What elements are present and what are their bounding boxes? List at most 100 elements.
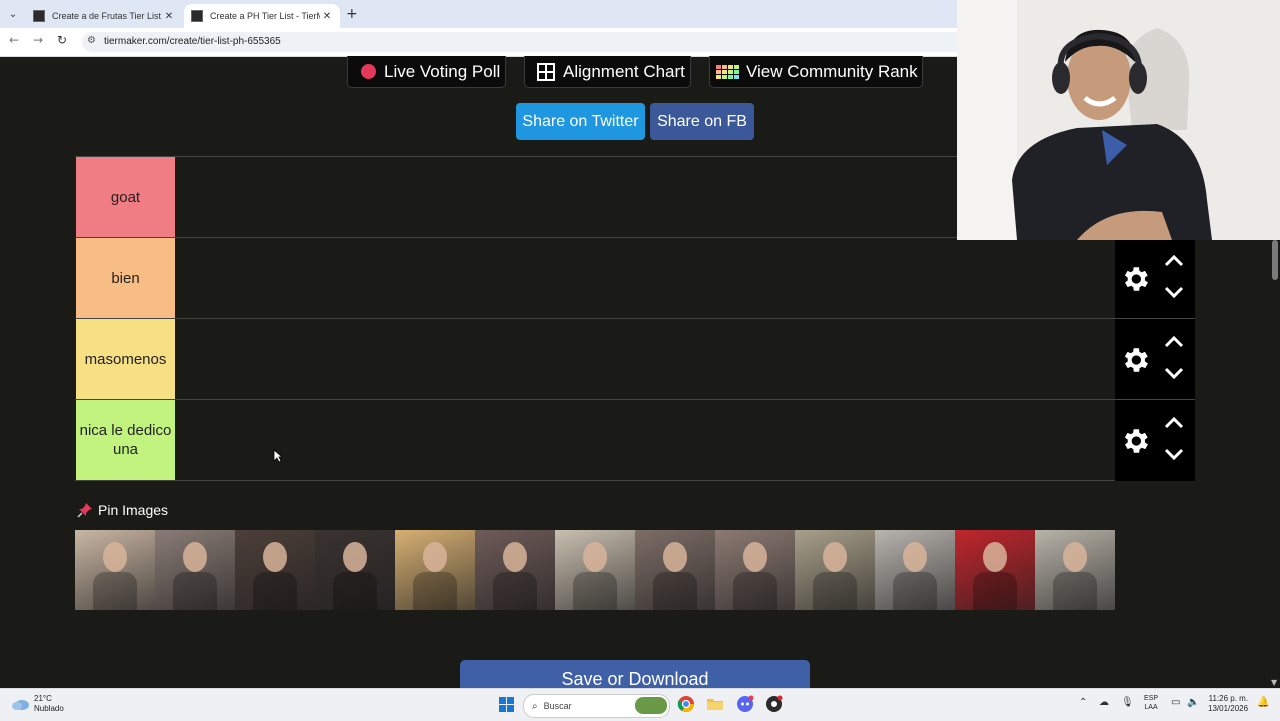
chevron-down-icon[interactable] (1163, 447, 1185, 461)
pool-image[interactable] (555, 530, 635, 610)
pool-image-subject (903, 542, 927, 572)
pool-image-subject (743, 542, 767, 572)
pool-image[interactable] (475, 530, 555, 610)
tier-row: masomenos (75, 318, 1195, 400)
pool-image-body (413, 572, 457, 610)
pool-image[interactable] (955, 530, 1035, 610)
tier-controls (1115, 319, 1195, 400)
windows-start-icon[interactable] (499, 697, 514, 712)
share-fb-button[interactable]: Share on FB (650, 103, 754, 140)
pool-image[interactable] (155, 530, 235, 610)
pool-image-subject (423, 542, 447, 572)
gear-icon[interactable] (1119, 425, 1151, 457)
chevron-up-icon[interactable] (1163, 416, 1185, 430)
pool-image-body (253, 572, 297, 610)
discord-icon[interactable] (736, 695, 754, 713)
temperature-text: 21°C (34, 694, 52, 703)
tier-drop-zone[interactable] (176, 319, 1115, 399)
chevron-down-icon[interactable] (1163, 285, 1185, 299)
obs-recording-icon[interactable] (765, 695, 783, 713)
view-community-rank-button[interactable]: View Community Rank (709, 56, 923, 88)
tab-ph[interactable]: Create a PH Tier List - TierMake ✕ (184, 4, 340, 28)
close-icon[interactable]: ✕ (320, 11, 334, 22)
poll-dot-icon (361, 64, 376, 79)
chevron-up-icon[interactable] (1163, 335, 1185, 349)
pool-image-body (973, 572, 1017, 610)
tier-label[interactable]: bien (76, 238, 175, 318)
gear-icon[interactable] (1119, 344, 1151, 376)
chrome-icon[interactable] (677, 695, 695, 713)
tiermaker-favicon-icon (33, 10, 45, 22)
microphone-icon[interactable]: 🎙 (1121, 697, 1134, 708)
pool-image[interactable] (635, 530, 715, 610)
image-pool (75, 530, 1115, 610)
tab-frutas[interactable]: Create a de Frutas Tier List - Tie ✕ (26, 4, 182, 28)
pool-image[interactable] (1035, 530, 1115, 610)
new-tab-icon[interactable]: + (346, 6, 358, 22)
forward-icon[interactable]: → (33, 33, 43, 47)
tier-controls (1115, 400, 1195, 481)
tab-title: Create a de Frutas Tier List - Tie (52, 11, 162, 21)
pool-image-body (333, 572, 377, 610)
scroll-down-arrow-icon[interactable]: ▼ (1271, 678, 1277, 687)
page-scrollbar[interactable] (1270, 240, 1280, 688)
pool-image[interactable] (235, 530, 315, 610)
pool-image-subject (343, 542, 367, 572)
pool-image[interactable] (75, 530, 155, 610)
pool-image-subject (823, 542, 847, 572)
system-clock[interactable]: 11:26 p. m. 13/01/2026 (1208, 694, 1248, 714)
keyboard-layout: LAA (1144, 704, 1158, 711)
site-info-icon[interactable]: ⚙ (87, 35, 96, 46)
live-voting-poll-button[interactable]: Live Voting Poll (347, 56, 506, 88)
pushpin-icon (77, 503, 92, 518)
pin-images-toggle[interactable]: Pin Images (77, 500, 168, 520)
clock-date: 13/01/2026 (1208, 704, 1249, 713)
pool-image[interactable] (875, 530, 955, 610)
network-icon[interactable]: ☁ (1099, 697, 1109, 708)
webcam-overlay (957, 0, 1280, 240)
gear-icon[interactable] (1119, 263, 1151, 295)
weather-widget[interactable]: 21°C Nublado (10, 694, 64, 714)
chevron-up-icon[interactable]: ⌃ (1079, 697, 1087, 708)
tier-controls (1115, 238, 1195, 319)
share-twitter-button[interactable]: Share on Twitter (516, 103, 645, 140)
volume-icon[interactable]: 🔈 (1187, 697, 1199, 708)
tier-drop-zone[interactable] (176, 400, 1115, 480)
pool-image[interactable] (315, 530, 395, 610)
taskbar-search[interactable]: ⌕ Buscar (523, 694, 670, 718)
tier-label[interactable]: goat (76, 157, 175, 237)
pool-image[interactable] (715, 530, 795, 610)
close-icon[interactable]: ✕ (162, 11, 176, 22)
pool-image[interactable] (395, 530, 475, 610)
tier-label[interactable]: nica le dedico una (76, 400, 175, 480)
pool-image-subject (503, 542, 527, 572)
tier-label[interactable]: masomenos (76, 319, 175, 399)
pool-image-subject (663, 542, 687, 572)
pool-image-body (93, 572, 137, 610)
search-highlight-image (635, 697, 667, 714)
file-explorer-icon[interactable] (706, 695, 724, 713)
chevron-up-icon[interactable] (1163, 254, 1185, 268)
language-code: ESP (1144, 695, 1159, 702)
scrollbar-thumb[interactable] (1272, 240, 1278, 280)
pool-image-body (493, 572, 537, 610)
pool-image-body (893, 572, 937, 610)
tier-row: bien (75, 237, 1195, 319)
pool-image[interactable] (795, 530, 875, 610)
wifi-icon[interactable]: ▭ (1171, 697, 1180, 708)
language-indicator[interactable]: ESP LAA (1144, 694, 1158, 712)
chevron-down-icon[interactable] (1163, 366, 1185, 380)
tier-colors-icon (716, 64, 739, 79)
reload-icon[interactable]: ↻ (57, 33, 67, 47)
pool-image-subject (983, 542, 1007, 572)
alignment-chart-button[interactable]: Alignment Chart (524, 56, 691, 88)
pool-image-subject (583, 542, 607, 572)
notification-bell-icon[interactable]: 🔔 (1257, 697, 1269, 708)
back-icon[interactable]: ← (9, 33, 19, 47)
pool-image-body (733, 572, 777, 610)
pin-images-label: Pin Images (98, 502, 169, 518)
tab-list-button[interactable]: ⌄ (4, 5, 22, 23)
live-voting-poll-label: Live Voting Poll (384, 61, 501, 81)
pool-image-subject (263, 542, 287, 572)
tier-drop-zone[interactable] (176, 238, 1115, 318)
